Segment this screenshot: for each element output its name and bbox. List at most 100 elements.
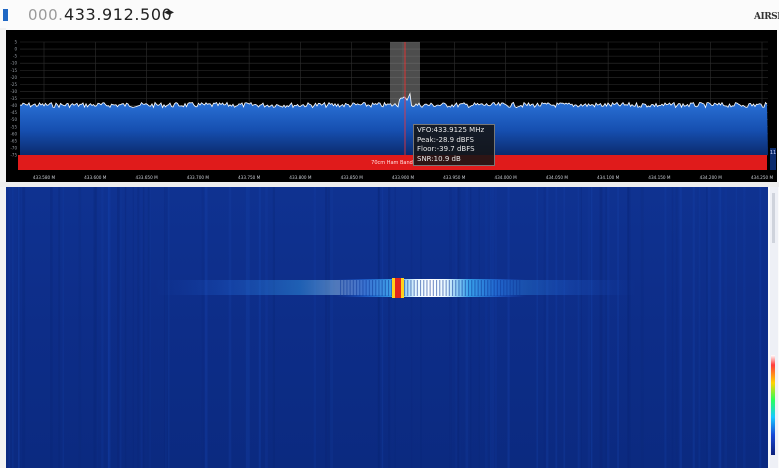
spectrum-plot[interactable]: 70cm Ham Band 5 0 -5 -10 -15 -20 -25 -30 -35 -40 -… <box>6 30 777 182</box>
waterfall-noise-streak <box>388 187 391 468</box>
waterfall-noise-streak <box>101 187 104 468</box>
waterfall-comb-line <box>461 280 463 296</box>
intensity-scale <box>771 355 775 455</box>
freq-tick-label: 434.000 M <box>494 175 517 180</box>
waterfall-comb-line <box>384 280 386 296</box>
waterfall-comb-line <box>359 280 361 296</box>
db-tick-label: -30 <box>10 89 17 94</box>
waterfall-comb-line <box>487 280 489 296</box>
waterfall-comb-line <box>474 280 476 296</box>
waterfall-noise-streak <box>137 187 140 468</box>
waterfall-noise-streak <box>8 187 11 468</box>
waterfall-comb-line <box>448 280 450 296</box>
waterfall-noise-streak <box>107 187 111 468</box>
waterfall-comb-line <box>480 280 482 296</box>
db-tick-label: 5 <box>14 40 17 45</box>
waterfall-colorbar[interactable] <box>770 187 778 468</box>
waterfall-noise-streak <box>455 187 457 468</box>
waterfall-comb-line <box>375 280 377 296</box>
waterfall-noise-streak <box>490 187 492 468</box>
waterfall-noise-streak <box>94 187 98 468</box>
waterfall-comb-line <box>362 280 364 296</box>
waterfall-noise-streak <box>124 187 127 468</box>
waterfall-comb-line <box>432 280 434 296</box>
waterfall-comb-line <box>413 280 415 296</box>
waterfall-noise-streak <box>491 187 495 468</box>
waterfall-comb-line <box>503 280 505 296</box>
waterfall-comb-line <box>506 280 508 296</box>
db-tick-label: -75 <box>10 153 17 158</box>
right-level-value: 11 <box>770 150 776 156</box>
waterfall-comb-line <box>404 280 406 296</box>
waterfall-comb-line <box>388 280 390 296</box>
waterfall-comb-line <box>426 280 428 296</box>
db-tick-label: -10 <box>10 61 17 66</box>
waterfall-comb-line <box>340 280 342 296</box>
waterfall-noise-streak <box>724 187 727 468</box>
waterfall-comb-line <box>445 280 447 296</box>
db-tick-label: -40 <box>10 103 17 108</box>
waterfall-comb-line <box>519 280 521 296</box>
waterfall-scroll-thumb[interactable] <box>772 193 775 243</box>
waterfall-noise-streak <box>580 187 582 468</box>
waterfall-comb-line <box>490 280 492 296</box>
waterfall-comb-line <box>343 280 345 296</box>
waterfall-panel[interactable] <box>6 187 768 468</box>
waterfall-noise-streak <box>228 187 232 468</box>
frequency-leading-digits[interactable]: 000. <box>28 6 63 24</box>
waterfall-noise-streak <box>628 187 631 468</box>
freq-tick-label: 433.650 M <box>135 175 158 180</box>
waterfall-plot[interactable] <box>6 187 768 468</box>
waterfall-noise-streak <box>330 187 333 468</box>
freq-tick-label: 434.250 M <box>751 175 774 180</box>
waterfall-noise-streak <box>272 187 275 468</box>
waterfall-noise-streak <box>470 187 472 468</box>
tooltip-vfo: VFO:433.9125 MHz <box>417 126 485 134</box>
waterfall-noise-streak <box>545 187 549 468</box>
waterfall-comb-line <box>500 280 502 296</box>
waterfall-noise-streak <box>671 187 674 468</box>
waterfall-comb-line <box>468 280 470 296</box>
signal-tooltip: VFO:433.9125 MHz Peak:-28.9 dBFS Floor:-… <box>413 124 495 166</box>
waterfall-noise-streak <box>265 187 268 468</box>
waterfall-noise-streak <box>325 187 328 468</box>
waterfall-noise-streak <box>245 187 249 468</box>
waterfall-noise-streak <box>142 187 145 468</box>
db-tick-label: -15 <box>10 68 17 73</box>
waterfall-noise-streak <box>258 187 261 468</box>
tooltip-snr: SNR:10.9 dB <box>417 154 461 163</box>
waterfall-noise-streak <box>140 187 143 468</box>
waterfall-comb-line <box>477 280 479 296</box>
db-tick-label: -45 <box>10 110 17 115</box>
frequency-step-arrows-icon[interactable]: ◂▸ <box>164 7 174 18</box>
waterfall-comb-line <box>372 280 374 296</box>
waterfall-noise-streak <box>465 187 469 468</box>
waterfall-noise-streak <box>607 187 610 468</box>
waterfall-comb-line <box>516 280 518 296</box>
db-tick-label: -55 <box>10 124 17 129</box>
waterfall-noise-streak <box>11 187 14 468</box>
waterfall-noise-streak <box>58 187 61 468</box>
panel-toggle-marker[interactable] <box>3 9 8 21</box>
waterfall-comb-line <box>410 280 412 296</box>
spectrum-panel[interactable]: 70cm Ham Band 5 0 -5 -10 -15 -20 -25 -30 -35 -40 -… <box>6 30 777 182</box>
waterfall-comb-line <box>484 280 486 296</box>
waterfall-comb-line <box>455 280 457 296</box>
waterfall-comb-line <box>429 280 431 296</box>
freq-tick-label: 434.150 M <box>648 175 671 180</box>
waterfall-comb-line <box>439 280 441 296</box>
waterfall-noise-streak <box>617 187 619 468</box>
waterfall-noise-streak <box>484 187 488 468</box>
tooltip-floor: Floor:-39.7 dBFS <box>417 145 475 153</box>
freq-tick-label: 433.580 M <box>33 175 56 180</box>
waterfall-noise-streak <box>578 187 581 468</box>
waterfall-noise-streak <box>164 187 168 468</box>
waterfall-noise-streak <box>119 187 122 468</box>
waterfall-comb-line <box>381 280 383 296</box>
db-tick-label: -65 <box>10 138 17 143</box>
waterfall-noise-streak <box>148 187 151 468</box>
waterfall-noise-streak <box>449 187 452 468</box>
frequency-display[interactable]: 433.912.500 <box>64 5 172 24</box>
waterfall-noise-streak <box>675 187 678 468</box>
waterfall-noise-streak <box>62 187 64 468</box>
